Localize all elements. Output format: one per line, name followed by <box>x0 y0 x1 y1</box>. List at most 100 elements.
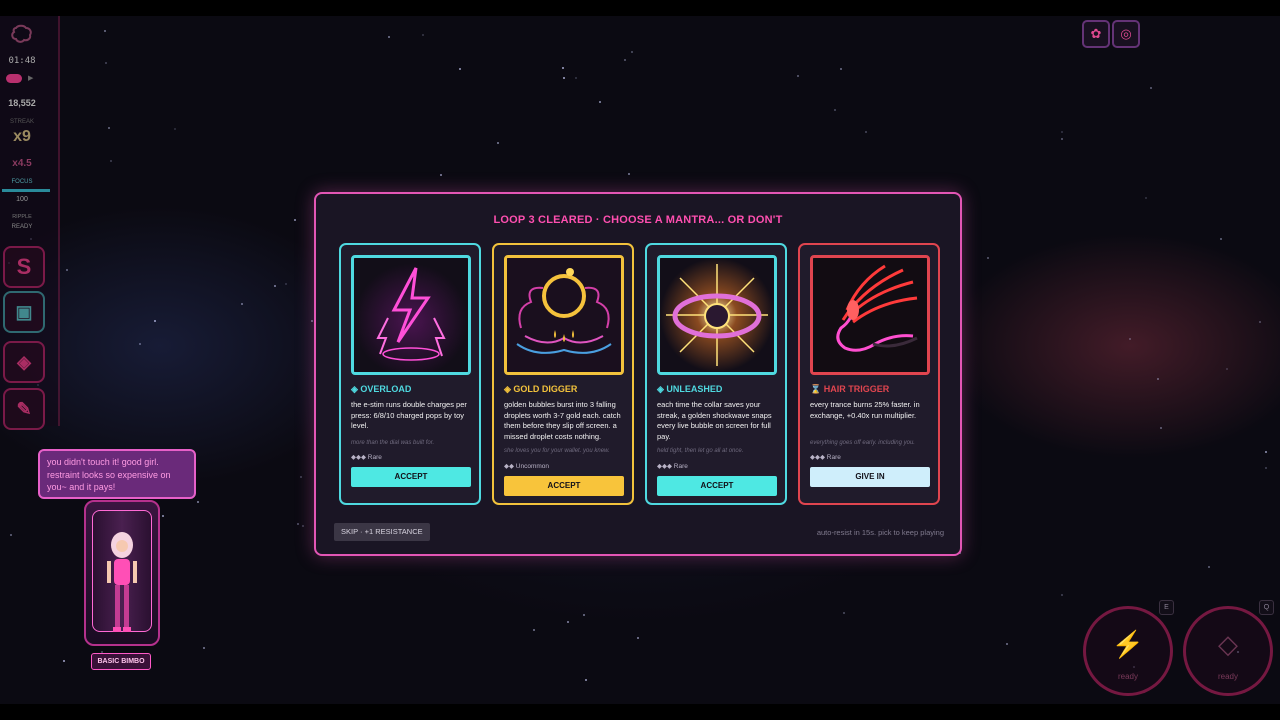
settings-button[interactable]: ✿ <box>1082 20 1110 48</box>
give-in-button[interactable]: GIVE IN <box>810 467 930 487</box>
star <box>583 614 585 616</box>
gold-ring-icon <box>504 255 624 375</box>
mantra-card-gold-digger[interactable]: ◈ GOLD DIGGER golden bubbles burst into … <box>492 243 634 505</box>
card-flavor: held tight, then let go all at once. <box>657 448 744 454</box>
speech-bubble: you didn't touch it! good girl. restrain… <box>38 449 196 499</box>
star <box>1265 451 1267 453</box>
star <box>162 515 164 517</box>
star <box>834 109 836 111</box>
hourglass-icon: ⌛ <box>810 384 824 394</box>
skill-slot-mic[interactable]: ✎ <box>3 388 45 430</box>
star <box>562 67 564 69</box>
card-title: ◈ UNLEASHED <box>657 384 723 394</box>
star <box>285 283 287 285</box>
accept-button[interactable]: ACCEPT <box>351 467 471 487</box>
card-flavor: everything goes off early. including you… <box>810 440 915 446</box>
star <box>563 77 565 79</box>
star <box>311 320 313 322</box>
skill-slot-compass[interactable]: ◈ <box>3 341 45 383</box>
star <box>459 68 461 70</box>
character-capsule <box>84 500 160 646</box>
card-title: ◈ GOLD DIGGER <box>504 384 578 394</box>
star <box>575 77 577 79</box>
character-figure <box>107 532 137 632</box>
star <box>865 131 867 133</box>
toggle-switch[interactable] <box>6 74 22 83</box>
card-rarity: ◆◆ Uncommon <box>504 463 550 470</box>
character-nameplate: BASIC BIMBO <box>91 653 151 670</box>
streak-value: x9 <box>13 128 31 145</box>
keycap-q: Q <box>1259 600 1274 615</box>
star <box>585 679 587 681</box>
ripple-state: READY <box>11 224 33 230</box>
lightning-icon <box>351 255 471 375</box>
target-icon: ◎ <box>1120 26 1132 41</box>
mantra-card-overload[interactable]: ◈ OVERLOAD the e-stim runs double charge… <box>339 243 481 505</box>
diamond-icon: ◇ <box>1218 629 1238 659</box>
play-icon[interactable]: ▶ <box>28 74 33 82</box>
action-status: ready <box>1117 672 1138 681</box>
star <box>297 523 299 525</box>
star <box>1150 87 1152 89</box>
star <box>567 621 569 623</box>
star <box>843 612 845 614</box>
modal-title: LOOP 3 CLEARED · CHOOSE A MANTRA... OR D… <box>493 214 783 226</box>
star <box>1265 467 1267 469</box>
action-button-q[interactable]: ◇ ready <box>1183 606 1273 696</box>
skill-slot-s[interactable]: S <box>3 246 45 288</box>
accept-button[interactable]: ACCEPT <box>657 476 777 496</box>
card-description: each time the collar saves your streak, … <box>657 400 772 441</box>
card-flavor: she loves you for your wallet. you knew. <box>504 448 610 454</box>
auto-resist-notice: auto-resist in 15s. pick to keep playing <box>816 528 944 537</box>
mantra-card-unleashed[interactable]: ◈ UNLEASHED each time the collar saves y… <box>645 243 787 505</box>
star <box>154 320 156 322</box>
star <box>1145 197 1147 199</box>
card-rarity: ◆◆◆ Rare <box>351 454 382 461</box>
left-hud: 01:48 ▶ 18,552 STREAK x9 x4.5 FOCUS 100 … <box>0 16 60 430</box>
s-rune-icon: S <box>16 254 32 279</box>
keycap-e: E <box>1159 600 1174 615</box>
star <box>300 476 302 478</box>
star <box>10 534 12 536</box>
star <box>1220 238 1222 240</box>
card-description: golden bubbles burst into 3 falling drop… <box>504 400 621 441</box>
capsule-glass <box>92 510 152 632</box>
focus-label: FOCUS <box>11 179 33 185</box>
focus-bar-fill <box>2 189 50 192</box>
diamond-icon: ◈ <box>657 384 667 394</box>
star <box>294 219 296 221</box>
star <box>63 660 65 662</box>
star <box>241 303 243 305</box>
star <box>203 647 205 649</box>
star <box>139 343 141 345</box>
card-description: every trance burns 25% faster. in exchan… <box>810 400 920 420</box>
brain-icon: ✿ <box>1090 26 1102 41</box>
letterbox-bottom <box>0 704 1280 720</box>
star <box>105 62 107 64</box>
star <box>1061 131 1063 133</box>
accept-button[interactable]: ACCEPT <box>504 476 624 496</box>
tv-icon: ▣ <box>15 301 33 322</box>
star <box>533 629 535 631</box>
streak-label: STREAK <box>9 119 34 125</box>
star <box>174 128 176 130</box>
skip-button[interactable]: SKIP · +1 RESISTANCE <box>334 523 430 541</box>
star <box>1157 378 1159 380</box>
star <box>1226 368 1228 370</box>
flame-whip-icon <box>810 255 930 375</box>
action-button-e[interactable]: ⚡ ready <box>1083 606 1173 696</box>
star <box>104 30 106 32</box>
star <box>110 160 112 162</box>
star <box>1129 338 1131 340</box>
skill-slot-tv[interactable]: ▣ <box>3 291 45 333</box>
star <box>422 34 424 36</box>
star <box>197 501 199 503</box>
star <box>637 637 639 639</box>
microphone-icon: ✎ <box>16 398 32 419</box>
menu-button[interactable]: ◎ <box>1112 20 1140 48</box>
mantra-card-hair-trigger[interactable]: ⌛ HAIR TRIGGER every trance burns 25% fa… <box>798 243 940 505</box>
diamond-icon: ◈ <box>351 384 361 394</box>
card-flavor: more than the dial was built for. <box>351 440 435 446</box>
star <box>840 68 842 70</box>
star <box>1208 566 1210 568</box>
